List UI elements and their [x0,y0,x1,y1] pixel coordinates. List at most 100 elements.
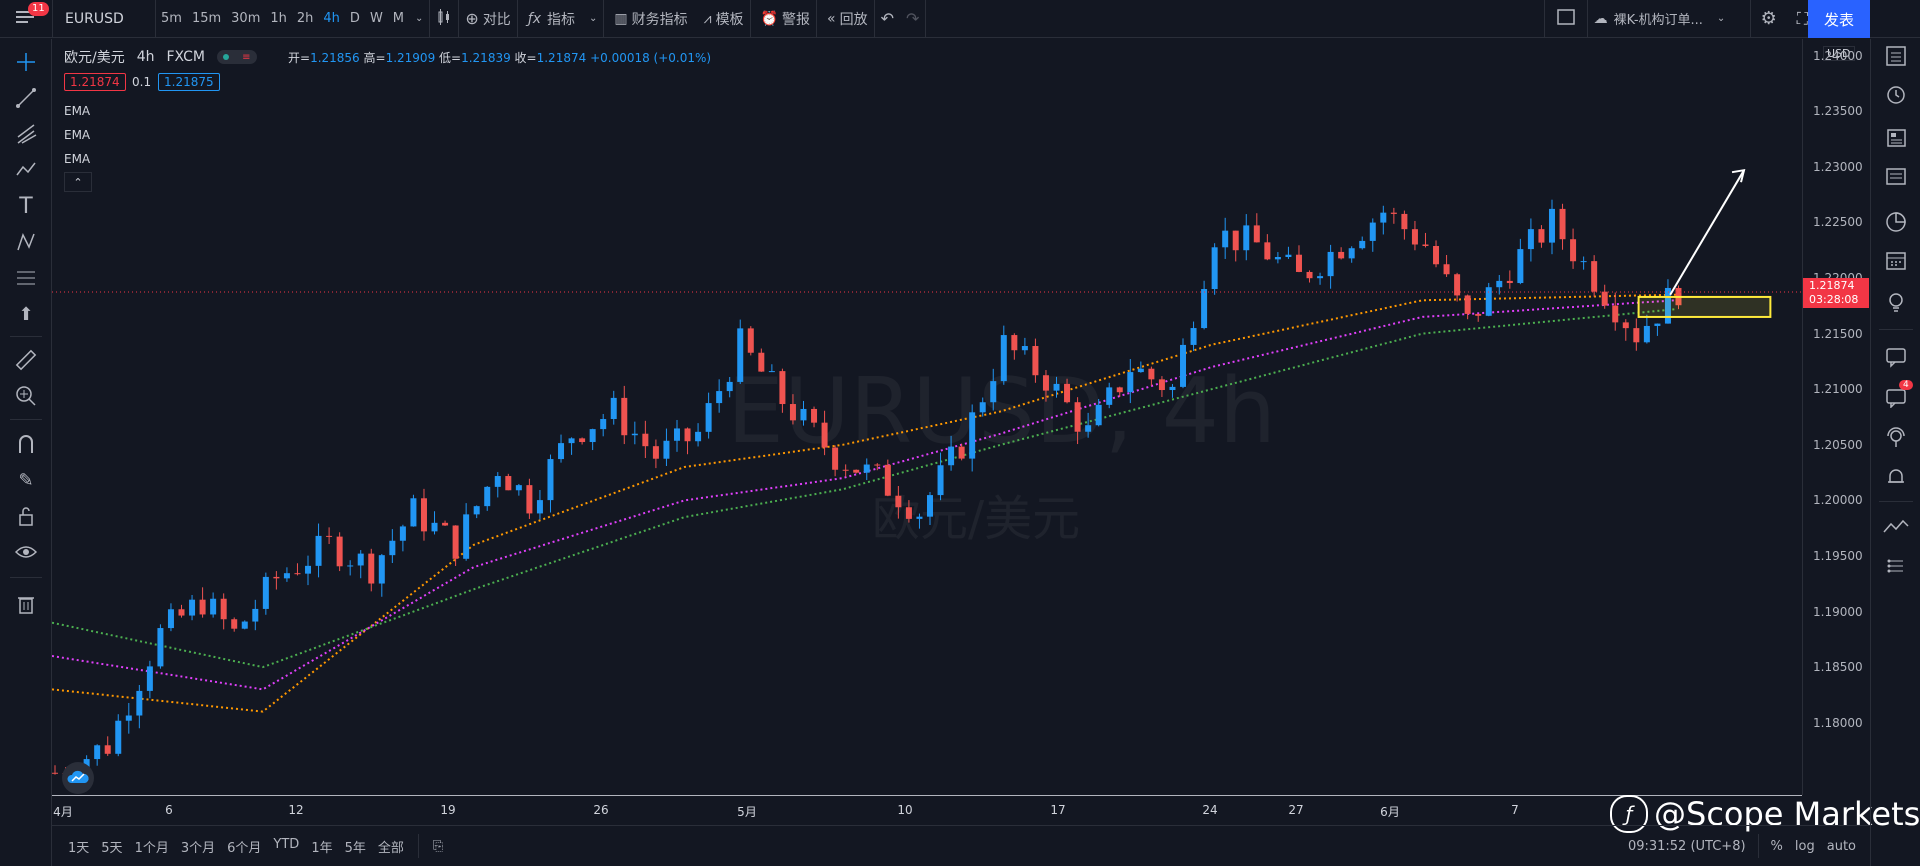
chart-type-button[interactable] [430,0,458,38]
bear-candle [368,553,375,584]
measure-lines-icon[interactable] [13,265,39,291]
legend-interval: 4h [136,49,155,65]
range-button[interactable]: 1天 [62,837,95,856]
ema-indicator-3[interactable]: EMA [64,152,90,166]
ruler-icon[interactable] [13,347,39,373]
alarm-clock-icon[interactable] [1883,81,1909,107]
chat-icon[interactable] [1883,344,1909,370]
price-axis[interactable]: USD 1.240001.235001.230001.225001.220001… [1802,39,1870,795]
ideas-lightbulb-icon[interactable] [1883,289,1909,315]
publish-button[interactable]: 发表 [1808,0,1870,38]
compare-button[interactable]: ⊕ 对比 [459,0,516,38]
streams-icon[interactable] [1883,424,1909,450]
indicators-button[interactable]: ƒx 指标 ⌄ [518,0,604,38]
zoom-in-icon[interactable] [13,383,39,409]
interval-m[interactable]: M [388,0,409,38]
bull-candle [1085,425,1092,432]
shapes-icon[interactable] [13,229,39,255]
symbol-search[interactable]: EURUSD [53,0,155,38]
interval-30m[interactable]: 30m [226,0,265,38]
bull-candle [347,565,354,567]
range-button[interactable]: 3个月 [175,837,221,856]
bull-candle [558,443,565,460]
pitchfork-icon[interactable] [13,121,39,147]
news-icon[interactable] [1883,125,1909,151]
chart-pane[interactable]: EURUSD, 4h 欧元/美元 [52,39,1802,795]
bull-candle [1517,249,1524,284]
financials-button[interactable]: ▥ 财务指标 [604,0,693,38]
interval-dropdown[interactable]: ⌄ [409,0,429,38]
interval-15m[interactable]: 15m [187,0,226,38]
patterns-icon[interactable] [13,157,39,183]
range-button[interactable]: 5天 [95,837,128,856]
tradingview-cloud-logo[interactable] [62,762,94,794]
plus-circle-icon: ⊕ [465,9,479,28]
clock-display[interactable]: 09:31:52 (UTC+8) [1622,839,1752,854]
templates-button[interactable]: ⩘ 模板 [694,0,750,38]
range-button[interactable]: 全部 [372,837,410,856]
text-icon[interactable]: T [13,193,39,219]
buy-button[interactable]: 1.21875 [158,73,220,91]
time-axis[interactable]: 4月 6 12 19 26 5月 10 17 24 27 6月 7 [52,795,1802,825]
calendar-icon[interactable] [1883,247,1909,273]
range-button[interactable]: YTD [267,837,305,856]
magnet-icon[interactable] [13,431,39,457]
range-button[interactable]: 1个月 [129,837,175,856]
arrow-up-icon[interactable]: ⬆ [13,301,39,327]
crosshair-icon[interactable] [13,49,39,75]
hotlist-icon[interactable] [1883,209,1909,235]
data-window-icon[interactable] [1883,163,1909,189]
bull-candle [210,598,217,615]
interval-5m[interactable]: 5m [156,0,187,38]
bull-candle [1285,254,1292,258]
notifications-bell-icon[interactable] [1883,464,1909,490]
messages-icon[interactable]: 4 [1883,380,1913,410]
range-button[interactable]: 1年 [305,837,338,856]
trash-icon[interactable] [13,591,39,617]
bear-candle [884,464,891,496]
undo-button[interactable]: ↶ [875,0,900,38]
ema-indicator-1[interactable]: EMA [64,104,90,118]
sell-button[interactable]: 1.21874 [64,73,126,91]
order-quantity[interactable]: 0.1 [132,75,151,89]
percent-scale-toggle[interactable]: % [1765,839,1789,854]
eye-icon[interactable] [13,539,39,565]
top-toolbar: 11 EURUSD 5m 15m 30m 1h 2h 4h D W M ⌄ ⊕ 对比 ƒx 指标 ⌄ … [0,0,1920,38]
trend-line-icon[interactable] [13,85,39,111]
collapse-legend-button[interactable]: ⌃ [64,172,92,192]
bull-candle [990,381,997,403]
interval-4h[interactable]: 4h [318,0,345,38]
bottom-toolbar: 1天 5天 1个月 3个月 6个月 YTD 1年 5年 全部 ⎘ 09:31:52 (UTC+8… [52,825,1870,866]
lock-drawings-pencil-icon[interactable]: ✎ [13,467,39,493]
layout-name-dropdown[interactable]: ☁ 裸K-机构订单... ⌄ [1588,0,1750,38]
goto-date-button[interactable]: ⎘ [427,839,449,854]
market-status-toggle[interactable]: ≡ [216,50,257,64]
interval-2h[interactable]: 2h [292,0,319,38]
bull-candle [547,459,554,501]
bear-candle [1064,383,1071,403]
range-button[interactable]: 6个月 [221,837,267,856]
price-chart[interactable] [52,39,1802,795]
price-tick-label: 1.21000 [1813,382,1863,397]
bar-chart-icon: ▥ [614,10,628,27]
alert-button[interactable]: ⏰ 警报 [751,0,816,38]
log-scale-toggle[interactable]: log [1789,839,1821,854]
redo-button[interactable]: ↷ [900,0,925,38]
range-button[interactable]: 5年 [339,837,372,856]
auto-scale-toggle[interactable]: auto [1821,839,1862,854]
interval-1h[interactable]: 1h [265,0,292,38]
dom-icon[interactable] [1883,554,1909,580]
layout-toggle-button[interactable] [1545,0,1587,38]
bear-candle [1411,229,1418,245]
replay-button[interactable]: «回放 [817,0,874,38]
settings-button[interactable]: ⚙ [1751,0,1787,38]
watchlist-icon[interactable] [1883,43,1909,69]
ema-indicator-2[interactable]: EMA [64,128,90,142]
trading-panel-icon[interactable] [1883,514,1909,540]
time-tick-label: 6 [165,803,173,817]
interval-d[interactable]: D [345,0,365,38]
menu-button[interactable]: 11 [0,0,52,38]
lock-icon[interactable] [13,503,39,529]
bull-candle [695,431,702,442]
interval-w[interactable]: W [365,0,388,38]
